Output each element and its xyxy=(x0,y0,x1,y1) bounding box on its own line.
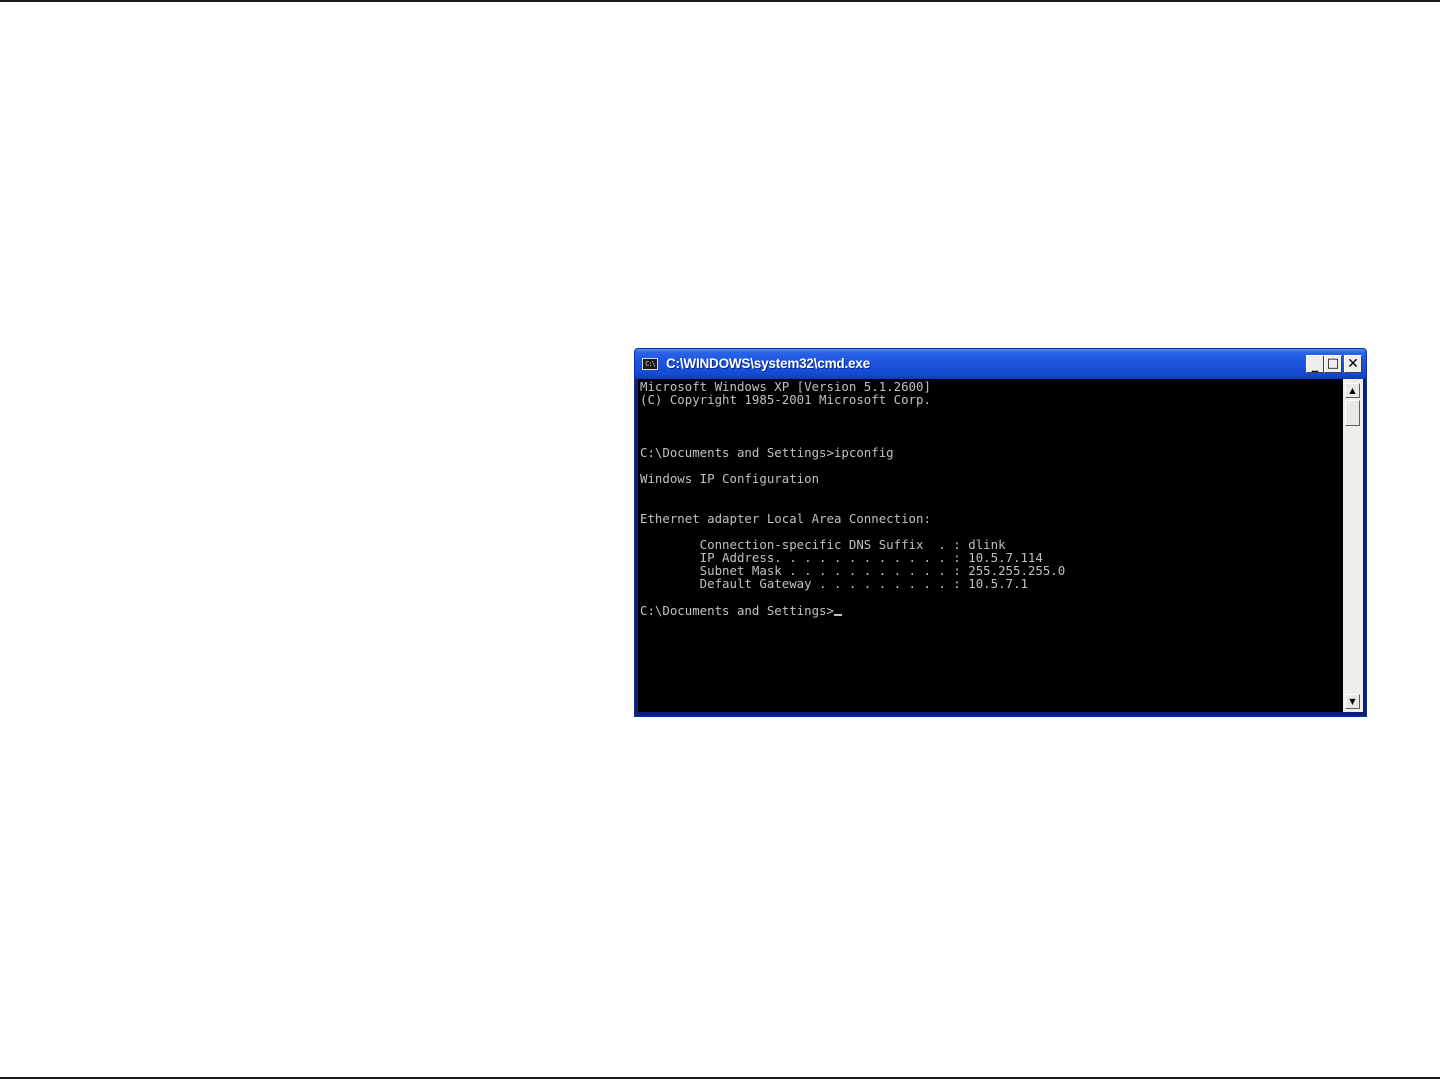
scroll-thumb[interactable] xyxy=(1345,400,1360,426)
console-output[interactable]: Microsoft Windows XP [Version 5.1.2600] … xyxy=(638,379,1343,712)
bottom-rule xyxy=(0,1077,1440,1079)
console-line: C:\Documents and Settings>ipconfig xyxy=(640,445,894,460)
scroll-up-arrow-icon: ▲ xyxy=(1349,386,1356,395)
console-line: Default Gateway . . . . . . . . . : 10.5… xyxy=(640,576,1028,591)
console-line: Ethernet adapter Local Area Connection: xyxy=(640,511,931,526)
title-bar[interactable]: C:\ C:\WINDOWS\system32\cmd.exe _ □ ✕ xyxy=(635,349,1366,379)
window-title: C:\WINDOWS\system32\cmd.exe xyxy=(666,356,870,371)
minimize-icon: _ xyxy=(1311,358,1319,373)
scroll-down-button[interactable]: ▼ xyxy=(1345,694,1360,709)
text-cursor xyxy=(833,614,842,616)
console-line: (C) Copyright 1985-2001 Microsoft Corp. xyxy=(640,392,931,407)
maximize-button[interactable]: □ xyxy=(1324,355,1342,373)
maximize-icon: □ xyxy=(1326,356,1340,371)
cmd-prompt-icon[interactable]: C:\ xyxy=(642,358,658,370)
prompt-line: C:\Documents and Settings> xyxy=(640,604,842,618)
scroll-down-arrow-icon: ▼ xyxy=(1349,697,1356,706)
close-button[interactable]: ✕ xyxy=(1344,355,1362,373)
console-line: Windows IP Configuration xyxy=(640,471,820,486)
window-bottom-border xyxy=(635,712,1366,716)
vertical-scrollbar[interactable]: ▲ ▼ xyxy=(1343,379,1363,712)
top-rule xyxy=(0,0,1440,2)
close-icon: ✕ xyxy=(1347,356,1359,372)
cmd-window: C:\ C:\WINDOWS\system32\cmd.exe _ □ ✕ Mi… xyxy=(634,348,1367,717)
prompt-text: C:\Documents and Settings> xyxy=(640,603,834,618)
minimize-button[interactable]: _ xyxy=(1306,355,1324,373)
scroll-up-button[interactable]: ▲ xyxy=(1345,383,1360,398)
